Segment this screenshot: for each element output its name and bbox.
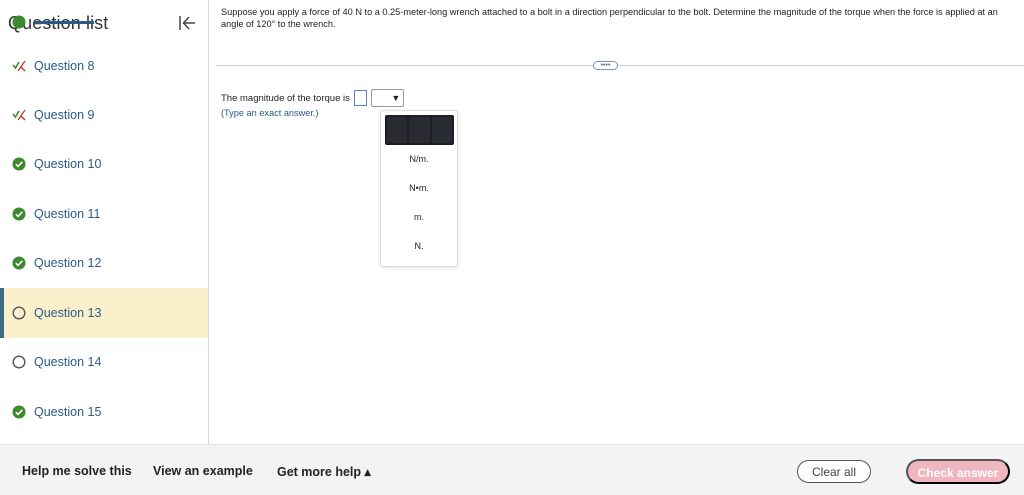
- help-me-solve-link[interactable]: Help me solve this: [22, 464, 132, 478]
- answer-hint: (Type an exact answer.): [221, 108, 319, 118]
- clear-all-button[interactable]: Clear all: [797, 460, 871, 483]
- footer-toolbar: Help me solve this View an example Get m…: [0, 444, 1024, 495]
- question-item-13[interactable]: Question 13: [0, 288, 208, 338]
- check-circle-icon: [12, 157, 26, 171]
- question-item-11[interactable]: Question 11: [0, 189, 208, 239]
- question-label: Question 15: [34, 404, 102, 419]
- question-list: Question 8 Question 9 Question 10 Questi…: [0, 15, 208, 437]
- view-example-link[interactable]: View an example: [153, 464, 253, 478]
- question-label: Question 12: [34, 256, 102, 271]
- question-label: Question 13: [34, 305, 102, 320]
- dropdown-option-n[interactable]: N.: [381, 236, 457, 256]
- check-circle-icon: [12, 15, 26, 29]
- check-circle-icon: [12, 256, 26, 270]
- question-list-sidebar: Question list Question: [0, 0, 209, 444]
- clipped-label: [34, 20, 94, 24]
- dropdown-blank-option[interactable]: [385, 115, 454, 145]
- partial-credit-icon: [12, 109, 26, 121]
- app-window: Question list Question: [0, 0, 1024, 495]
- check-circle-icon: [12, 207, 26, 221]
- question-label: Question 9: [34, 107, 95, 122]
- question-item-14[interactable]: Question 14: [0, 338, 208, 388]
- question-label: Question 11: [34, 206, 101, 221]
- question-item-12[interactable]: Question 12: [0, 239, 208, 289]
- question-text: Suppose you apply a force of 40 N to a 0…: [221, 7, 998, 29]
- divider: [216, 65, 1024, 66]
- check-answer-button[interactable]: Check answer: [906, 459, 1010, 484]
- question-label: Question 14: [34, 355, 102, 370]
- question-item-9[interactable]: Question 9: [0, 90, 208, 140]
- dropdown-option-m[interactable]: m.: [381, 207, 457, 227]
- unit-dropdown-menu: N/m. N•m. m. N.: [380, 110, 458, 267]
- dropdown-arrow-icon: ▼: [391, 93, 401, 103]
- question-item-10[interactable]: Question 10: [0, 140, 208, 190]
- answer-row: The magnitude of the torque is ▼: [221, 89, 404, 107]
- more-options-button[interactable]: ••••: [593, 61, 618, 70]
- check-circle-icon: [12, 405, 26, 419]
- question-item-15[interactable]: Question 15: [0, 387, 208, 437]
- question-label: Question 8: [34, 59, 95, 73]
- empty-circle-icon: [12, 355, 26, 369]
- dropdown-option-n-m[interactable]: N•m.: [381, 178, 457, 198]
- question-label: Question 10: [34, 157, 102, 172]
- question-item-clipped[interactable]: [0, 15, 208, 42]
- question-item-8[interactable]: Question 8: [0, 42, 208, 90]
- answer-prefix: The magnitude of the torque is: [221, 92, 350, 104]
- partial-credit-icon: [12, 60, 26, 72]
- get-more-help-link[interactable]: Get more help ▴: [277, 464, 371, 479]
- question-panel: Suppose you apply a force of 40 N to a 0…: [210, 0, 1024, 444]
- dropdown-option-n-per-m[interactable]: N/m.: [381, 149, 457, 169]
- unit-dropdown[interactable]: ▼: [370, 89, 404, 107]
- answer-input[interactable]: [353, 90, 367, 106]
- empty-circle-icon: [12, 306, 26, 320]
